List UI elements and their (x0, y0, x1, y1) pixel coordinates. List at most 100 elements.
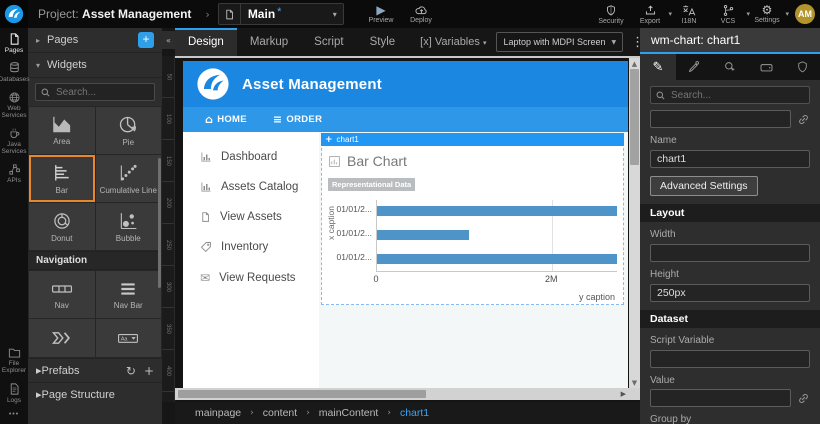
widget-search-input[interactable] (36, 84, 154, 100)
widget-tile-bar[interactable]: Bar (29, 155, 95, 202)
rail-item-logs[interactable]: Logs (0, 382, 28, 404)
page-structure-section-header[interactable]: ▸ Page Structure (28, 382, 162, 406)
scroll-right-icon[interactable]: ▶ (621, 390, 626, 398)
scroll-down-icon[interactable]: ▼ (632, 377, 637, 388)
rail-item-pages[interactable]: Pages (0, 32, 28, 54)
i18n-button[interactable]: I18N (674, 4, 704, 25)
collapse-panel-button[interactable]: « (162, 31, 175, 49)
user-avatar[interactable]: AM (795, 4, 815, 24)
properties-panel-tabs: ✎ (640, 54, 820, 80)
rail-item-apis[interactable]: APIs (0, 163, 28, 184)
ruler-tick: 350 (162, 308, 175, 350)
nav-item-order[interactable]: ≡ ORDER (273, 113, 322, 126)
device-selector[interactable]: Laptop with MDPI Screen ▼ (496, 32, 623, 52)
tab-styles[interactable] (676, 54, 712, 80)
chevron-down-icon: ▾ (483, 39, 487, 47)
menu-item-inventory[interactable]: Inventory (183, 232, 319, 262)
breadcrumb-chart1[interactable]: chart1 (400, 407, 429, 419)
add-page-button[interactable]: + (138, 32, 154, 48)
widgets-section-header[interactable]: ▾ Widgets (28, 53, 162, 78)
panel-scrollbar[interactable] (158, 158, 161, 288)
conditional-class-input[interactable] (650, 110, 791, 128)
refresh-icon[interactable]: ↻ (126, 364, 136, 378)
menu-item-view-requests[interactable]: ✉ View Requests (183, 262, 319, 294)
ruler-tick: 200 (162, 182, 175, 224)
variables-button[interactable]: [x] Variables ▾ (420, 36, 486, 48)
horizontal-ruler (175, 56, 640, 58)
top-bar: Project: Asset Management › Main * ▾ ▶ P… (0, 0, 820, 28)
add-prefab-icon[interactable]: + (144, 364, 154, 378)
widget-tile-bubble[interactable]: Bubble (96, 203, 162, 250)
widget-tile-donut[interactable]: Donut (29, 203, 95, 250)
canvas-horizontal-scrollbar[interactable]: ▶ (175, 388, 640, 400)
hamburger-icon: ≡ (273, 113, 283, 126)
widget-tile-nav-bar[interactable]: Nav Bar (96, 271, 162, 318)
breadcrumb-mainpage[interactable]: mainpage (195, 407, 241, 419)
tab-script[interactable]: Script (301, 28, 356, 56)
selected-chart-widget[interactable]: + chart1 Bar Chart Representational Data (321, 133, 624, 305)
widget-tile-pie[interactable]: Pie (96, 107, 162, 154)
properties-panel: wm-chart: chart1 ✎ N (640, 28, 820, 424)
bind-link-icon[interactable] (797, 392, 810, 405)
envelope-icon: ✉ (200, 271, 210, 285)
height-label: Height (650, 269, 810, 280)
rail-item-web-services[interactable]: Web Services (0, 91, 28, 120)
script-variable-input[interactable] (650, 350, 810, 368)
name-input[interactable] (650, 150, 810, 168)
vertical-scroll-thumb[interactable] (630, 69, 639, 165)
width-input[interactable] (650, 244, 810, 262)
bind-link-icon[interactable] (797, 113, 810, 126)
widget-tile-nav[interactable]: Nav (29, 271, 95, 318)
rail-item-file-explorer[interactable]: File Explorer (0, 347, 28, 375)
bar-series-2[interactable] (377, 254, 617, 264)
nav-item-home[interactable]: ⌂ HOME (205, 113, 247, 126)
tab-security[interactable] (784, 54, 820, 80)
deploy-button[interactable]: Deploy (406, 4, 436, 24)
widget-tile-area[interactable]: Area (29, 107, 95, 154)
rail-item-databases[interactable]: Databases (0, 61, 28, 83)
height-input[interactable] (650, 284, 810, 302)
tab-design[interactable]: Design (175, 28, 237, 56)
rail-more-button[interactable]: ••• (9, 411, 19, 418)
scroll-up-icon[interactable]: ▲ (632, 58, 637, 69)
pages-section-header[interactable]: ▸ Pages + (28, 28, 162, 53)
tab-style[interactable]: Style (357, 28, 409, 56)
style-pen-icon (687, 60, 701, 74)
menu-item-dashboard[interactable]: Dashboard (183, 142, 319, 172)
tab-device[interactable] (748, 54, 784, 80)
widget-selection-tab[interactable]: + chart1 (321, 133, 624, 146)
tab-properties[interactable]: ✎ (640, 54, 676, 80)
app-logo (196, 67, 230, 101)
security-button[interactable]: Security (596, 4, 626, 25)
property-search-input[interactable] (651, 87, 809, 103)
prefabs-section-header[interactable]: ▸ Prefabs ↻ + (28, 358, 162, 382)
widget-tile-cumulative-line[interactable]: Cumulative Line (96, 155, 162, 202)
rail-item-java-services[interactable]: Java Services (0, 127, 28, 156)
settings-button[interactable]: ⚙ ▾ Settings (752, 4, 782, 24)
bar-series-0[interactable] (377, 206, 617, 216)
value-input[interactable] (650, 389, 791, 407)
design-toolbar: Design Markup Script Style [x] Variables… (175, 28, 640, 56)
canvas-vertical-scrollbar[interactable]: ▲ ▼ (629, 58, 640, 388)
tab-events[interactable] (712, 54, 748, 80)
widget-tile-breadcrumb[interactable] (29, 319, 95, 357)
width-label: Width (650, 229, 810, 240)
preview-button[interactable]: ▶ Preview (366, 4, 396, 24)
chevron-down-icon: ▾ (785, 10, 789, 18)
tab-markup[interactable]: Markup (237, 28, 301, 56)
project-title: Project: Asset Management (38, 7, 191, 21)
breadcrumb-maincontent[interactable]: mainContent (319, 407, 379, 419)
horizontal-scroll-thumb[interactable] (178, 390, 426, 398)
advanced-settings-button[interactable]: Advanced Settings (650, 176, 758, 196)
breadcrumb-content[interactable]: content (263, 407, 297, 419)
bar-series-1[interactable] (377, 230, 469, 240)
menu-item-assets-catalog[interactable]: Assets Catalog (183, 172, 319, 202)
wavemaker-logo[interactable] (0, 0, 28, 28)
export-button[interactable]: ▾ Export (635, 4, 665, 25)
widget-tile-select[interactable]: Aa (96, 319, 162, 357)
category-tick-labels: 01/01/2... 01/01/2... 01/01/2... (334, 200, 374, 272)
app-nav-bar: ⌂ HOME ≡ ORDER (183, 107, 628, 132)
page-selector[interactable]: Main * ▾ (218, 3, 344, 25)
menu-item-view-assets[interactable]: View Assets (183, 202, 319, 232)
vcs-button[interactable]: ▾ VCS (713, 4, 743, 25)
